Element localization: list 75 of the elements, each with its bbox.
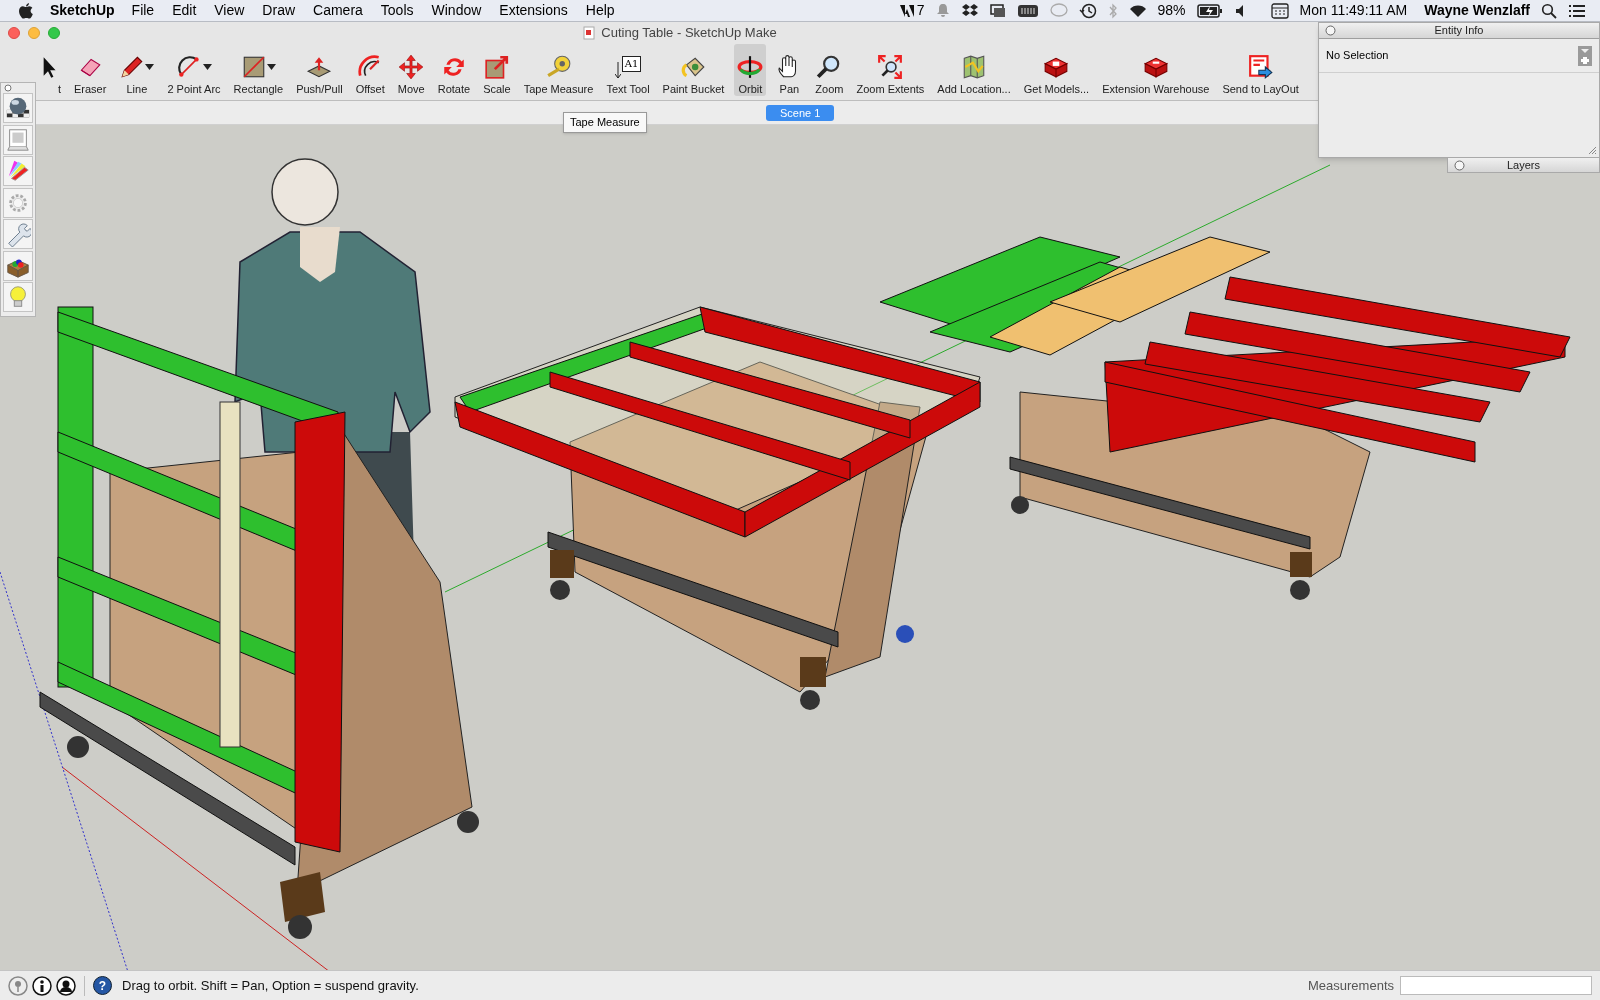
tool-button[interactable]: Tape Measure xyxy=(520,44,597,96)
panel-toggle-icon[interactable] xyxy=(1454,159,1465,171)
menu-item[interactable]: Tools xyxy=(380,0,414,21)
battery-percentage: 98% xyxy=(1157,1,1186,20)
tooltip: Tape Measure xyxy=(563,112,647,133)
bell-icon[interactable] xyxy=(935,3,950,18)
tool-button[interactable]: Zoom Extents xyxy=(853,44,928,96)
measurements-label: Measurements xyxy=(1308,976,1394,995)
tool-button[interactable]: Paint Bucket xyxy=(659,44,728,96)
keyboard-icon[interactable] xyxy=(1270,2,1289,19)
tool-button[interactable]: Push/Pull xyxy=(293,44,346,96)
close-button[interactable] xyxy=(8,27,20,39)
tool-button[interactable]: Scale xyxy=(480,44,514,96)
tool-button[interactable]: Extension Warehouse xyxy=(1099,44,1213,96)
document-icon xyxy=(583,26,596,40)
menu-item[interactable]: Edit xyxy=(172,0,197,21)
clock-icon[interactable] xyxy=(1078,2,1097,19)
search-icon[interactable] xyxy=(1541,2,1557,19)
panel-title: Entity Info xyxy=(1434,23,1484,39)
battery-meter-icon[interactable] xyxy=(1016,3,1039,18)
list-icon[interactable] xyxy=(1568,3,1586,18)
expand-icon[interactable] xyxy=(1578,45,1592,66)
tool-button[interactable]: Zoom xyxy=(812,44,847,96)
document-arrow-icon xyxy=(1247,54,1274,80)
tool-button[interactable]: Move xyxy=(394,44,428,96)
menu-item[interactable]: File xyxy=(131,0,155,21)
frame-icon[interactable] xyxy=(5,126,31,153)
scale-icon xyxy=(483,54,510,80)
window-title: Cuting Table - SketchUp Make xyxy=(601,24,777,43)
orbit-icon xyxy=(737,54,764,80)
layers-panel[interactable]: Layers xyxy=(1447,157,1600,173)
tool-button[interactable]: t xyxy=(28,44,64,96)
clock[interactable]: Mon 11:49:11 AM xyxy=(1299,0,1408,21)
apple-icon[interactable] xyxy=(18,1,34,20)
palette-close-icon[interactable] xyxy=(4,84,12,92)
wrench-icon[interactable] xyxy=(5,221,31,247)
help-button[interactable]: ? xyxy=(93,976,112,995)
tool-button[interactable]: Rotate xyxy=(434,44,474,96)
tool-button[interactable]: Orbit xyxy=(734,44,767,96)
selection-label: No Selection xyxy=(1326,48,1389,64)
tool-button[interactable]: Add Location... xyxy=(934,44,1014,96)
tool-button[interactable]: Send to LayOut xyxy=(1219,44,1302,96)
zoom-button[interactable] xyxy=(48,27,60,39)
menu-item[interactable]: Draw xyxy=(262,0,296,21)
info-icon[interactable] xyxy=(32,975,52,996)
monitor-icon[interactable] xyxy=(989,3,1006,18)
menu-item[interactable]: Window xyxy=(431,0,482,21)
tool-button[interactable]: Offset xyxy=(352,44,388,96)
notification-count: 7 xyxy=(916,1,925,20)
tape-measure-icon xyxy=(545,54,572,80)
tool-button[interactable]: Rectangle xyxy=(230,44,287,96)
menu-item[interactable]: Help xyxy=(585,0,615,21)
pencil-icon xyxy=(119,54,146,80)
move-icon xyxy=(398,54,425,80)
menu-item[interactable]: View xyxy=(214,0,245,21)
zoom-extents-icon xyxy=(877,54,904,80)
tool-button[interactable]: Eraser xyxy=(71,44,110,96)
panel-title: Layers xyxy=(1507,157,1540,173)
tool-button[interactable]: 2 Point Arc xyxy=(164,44,224,96)
battery-icon[interactable] xyxy=(1196,3,1223,18)
panel-toggle-icon[interactable] xyxy=(1325,25,1336,36)
user-name[interactable]: Wayne Wenzlaff xyxy=(1424,0,1530,21)
menu-item[interactable]: Extensions xyxy=(499,0,568,21)
resize-grip-icon[interactable] xyxy=(1588,146,1597,155)
tool-button[interactable]: Line xyxy=(116,44,158,96)
tool-button[interactable]: Pan xyxy=(773,44,806,96)
user-icon[interactable] xyxy=(56,975,76,996)
status-message: Drag to orbit. Shift = Pan, Option = suspend gravity. xyxy=(122,976,419,995)
wifi-icon[interactable] xyxy=(1128,3,1147,18)
tool-button[interactable]: Get Models... xyxy=(1020,44,1093,96)
app-menu[interactable]: SketchUp xyxy=(50,0,115,21)
menu-item[interactable]: Camera xyxy=(313,0,363,21)
box-icon[interactable] xyxy=(960,3,979,18)
tool-button[interactable]: A1 Text Tool xyxy=(603,44,653,96)
measurements-field[interactable] xyxy=(1400,976,1592,995)
